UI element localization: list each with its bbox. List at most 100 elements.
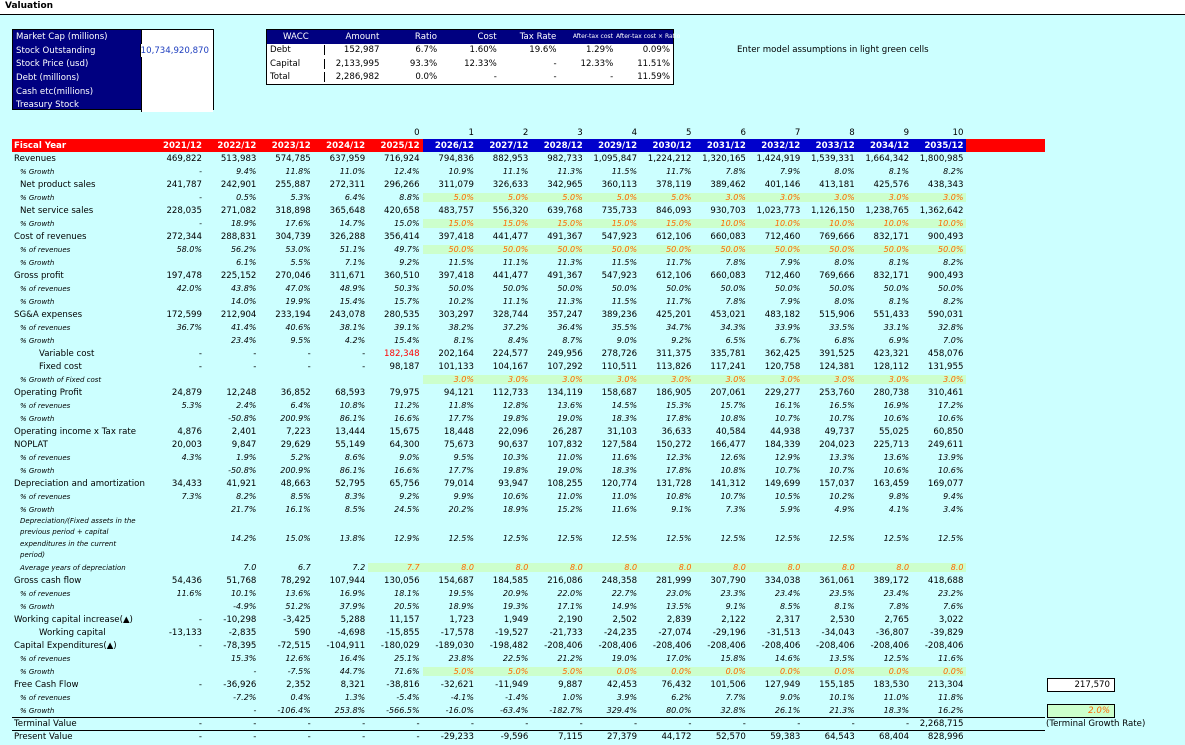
- data-cell: 590: [294, 627, 311, 638]
- data-cell[interactable]: 50.0%: [748, 245, 804, 254]
- data-cell[interactable]: 5.0%: [531, 193, 586, 202]
- data-cell[interactable]: 3.0%: [531, 375, 586, 384]
- data-cell[interactable]: 10.0%: [803, 219, 858, 228]
- data-cell[interactable]: 0.0%: [748, 667, 804, 676]
- data-cell[interactable]: 50.0%: [803, 245, 858, 254]
- data-cell: -: [579, 719, 583, 729]
- data-cell[interactable]: 5.0%: [422, 193, 477, 202]
- data-cell: 9.2%: [399, 492, 420, 501]
- market-value[interactable]: 10,734,920,870: [139, 43, 213, 58]
- data-cell: -566.5%: [386, 706, 420, 715]
- data-cell[interactable]: 5.0%: [422, 667, 477, 676]
- data-cell[interactable]: 50.0%: [531, 245, 586, 254]
- data-cell[interactable]: 10.0%: [748, 219, 804, 228]
- data-cell[interactable]: 0.0%: [857, 667, 913, 676]
- data-cell: 9.4%: [943, 492, 964, 501]
- data-cell[interactable]: 8.0: [694, 563, 749, 572]
- data-cell[interactable]: 15.0%: [422, 219, 477, 228]
- market-value[interactable]: 152,987: [141, 71, 213, 85]
- market-value[interactable]: 123,029: [141, 84, 213, 99]
- data-cell: 11.3%: [557, 258, 583, 267]
- data-cell[interactable]: 8.0: [912, 563, 967, 572]
- data-cell[interactable]: 15.0%: [585, 219, 641, 228]
- data-cell[interactable]: 5.0%: [476, 667, 532, 676]
- data-cell[interactable]: 3.0%: [857, 375, 913, 384]
- data-cell[interactable]: 3.0%: [640, 375, 695, 384]
- data-cell[interactable]: 3.0%: [476, 375, 532, 384]
- data-cell[interactable]: 3.0%: [694, 193, 749, 202]
- data-cell[interactable]: 8.0: [857, 563, 913, 572]
- data-cell: 12.9%: [774, 453, 801, 462]
- data-cell[interactable]: 8.0: [531, 563, 586, 572]
- data-cell[interactable]: 0.0%: [803, 667, 858, 676]
- data-cell: 8.1%: [834, 602, 855, 611]
- data-cell[interactable]: 0.0%: [585, 667, 641, 676]
- data-cell[interactable]: 8.0: [748, 563, 804, 572]
- data-cell[interactable]: 15.0%: [640, 219, 695, 228]
- data-cell[interactable]: 3.0%: [748, 193, 804, 202]
- data-cell[interactable]: 15.0%: [531, 219, 586, 228]
- data-cell: 6.8%: [834, 336, 855, 345]
- data-cell: 53.0%: [285, 245, 311, 254]
- data-cell: 94,121: [443, 387, 474, 398]
- data-cell[interactable]: 50.0%: [585, 245, 641, 254]
- data-cell: 420,658: [384, 205, 420, 216]
- row-label: Fixed cost: [39, 361, 82, 372]
- data-cell[interactable]: 10.0%: [694, 219, 749, 228]
- data-cell[interactable]: 3.0%: [803, 375, 858, 384]
- data-cell: 64,543: [824, 732, 855, 742]
- data-cell[interactable]: 50.0%: [640, 245, 695, 254]
- data-cell: 11.7%: [666, 258, 692, 267]
- data-cell: 35.5%: [611, 323, 638, 332]
- data-cell: 716,924: [384, 153, 420, 164]
- data-cell[interactable]: 3.0%: [912, 193, 967, 202]
- market-value[interactable]: 2,133,995: [141, 30, 213, 44]
- data-cell: 335,781: [710, 348, 746, 359]
- data-cell[interactable]: 5.0%: [640, 193, 695, 202]
- data-cell[interactable]: 8.0: [803, 563, 858, 572]
- data-cell[interactable]: 8.0: [422, 563, 477, 572]
- data-cell: 14.6%: [774, 654, 801, 663]
- data-cell: 660,083: [710, 270, 746, 281]
- data-cell[interactable]: 8.0: [585, 563, 641, 572]
- market-value[interactable]: 0: [141, 98, 213, 113]
- data-cell: 54,436: [171, 575, 202, 586]
- data-cell[interactable]: 5.0%: [531, 667, 586, 676]
- data-cell[interactable]: 50.0%: [694, 245, 749, 254]
- data-cell: 17.7%: [448, 414, 474, 423]
- data-cell[interactable]: 3.0%: [748, 375, 804, 384]
- data-cell[interactable]: 0.0%: [694, 667, 749, 676]
- terminal-growth-rate-input[interactable]: 2.0%: [1047, 704, 1115, 718]
- data-cell[interactable]: 3.0%: [803, 193, 858, 202]
- data-cell: 6.9%: [888, 336, 910, 345]
- data-cell[interactable]: 8.0: [476, 563, 532, 572]
- data-cell[interactable]: 3.0%: [422, 375, 477, 384]
- data-cell[interactable]: 3.0%: [585, 375, 641, 384]
- data-cell[interactable]: 5.0%: [476, 193, 532, 202]
- data-cell[interactable]: 15.0%: [476, 219, 532, 228]
- data-cell[interactable]: 3.0%: [694, 375, 749, 384]
- data-cell: 64,300: [389, 439, 420, 450]
- wacc-header-cell: Amount: [345, 31, 380, 42]
- data-cell[interactable]: 0.0%: [912, 667, 967, 676]
- data-cell[interactable]: 10.0%: [857, 219, 913, 228]
- data-cell[interactable]: 50.0%: [912, 245, 967, 254]
- data-cell: -: [198, 348, 202, 359]
- data-cell[interactable]: 3.0%: [912, 375, 967, 384]
- data-cell: 10.7%: [829, 466, 855, 475]
- market-value[interactable]: 198.79: [141, 57, 213, 72]
- data-cell[interactable]: 0.0%: [640, 667, 695, 676]
- wacc-row: Debt 152,987 6.7% 1.60% 19.6% 1.29% 0.09%: [267, 44, 673, 58]
- data-cell: 13.6%: [285, 589, 311, 598]
- data-cell[interactable]: 50.0%: [476, 245, 532, 254]
- year-header-cell: 2035/12: [912, 139, 967, 152]
- data-cell[interactable]: 50.0%: [422, 245, 477, 254]
- data-cell[interactable]: 5.0%: [585, 193, 641, 202]
- data-cell[interactable]: 10.0%: [912, 219, 967, 228]
- data-cell[interactable]: 50.0%: [857, 245, 913, 254]
- data-cell: -106.4%: [277, 706, 311, 715]
- data-cell[interactable]: 8.0: [640, 563, 695, 572]
- data-cell[interactable]: 3.0%: [857, 193, 913, 202]
- fcf-total-cell[interactable]: 217,570: [1047, 678, 1115, 692]
- data-cell: 574,785: [275, 153, 311, 164]
